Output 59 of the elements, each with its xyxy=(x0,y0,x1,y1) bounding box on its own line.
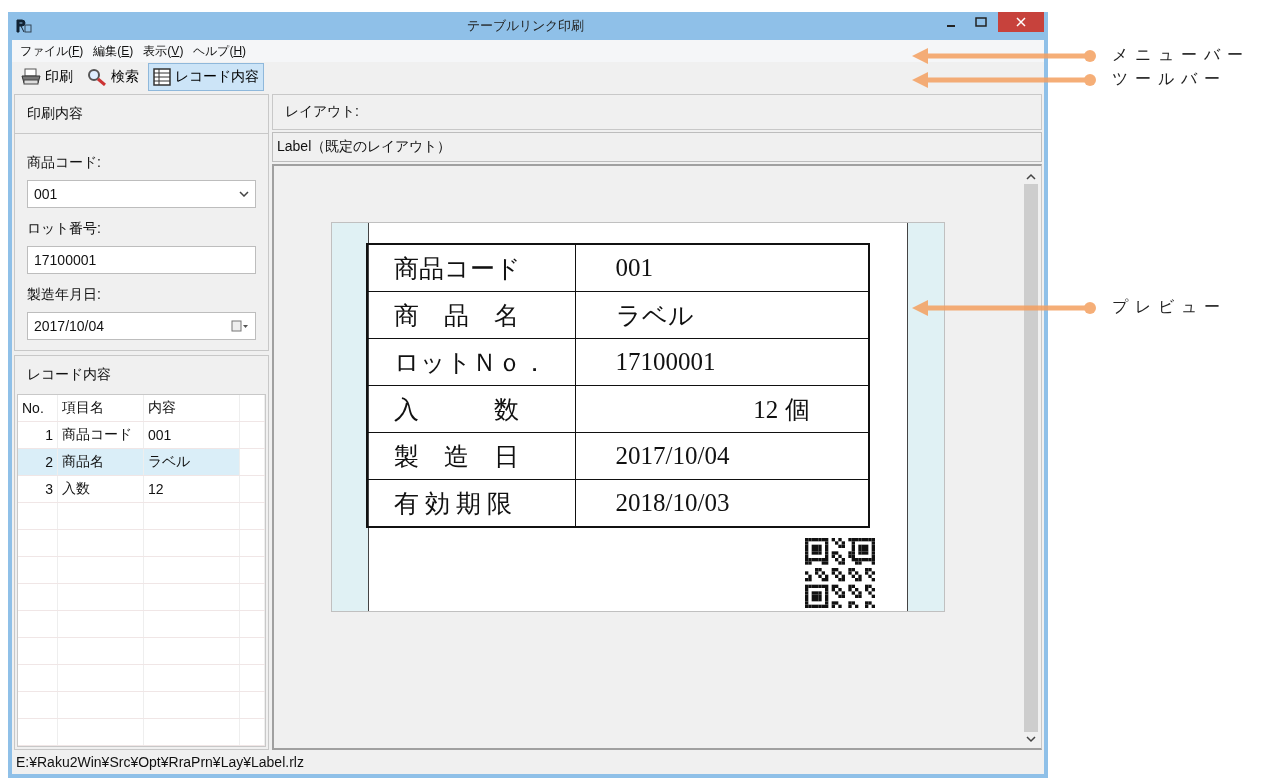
table-cell: 商品名 xyxy=(58,449,144,475)
column-header: 項目名 xyxy=(58,395,144,421)
table-row[interactable]: 1 商品コード 001 xyxy=(18,422,265,449)
search-icon xyxy=(87,68,107,86)
annotation-label: メニューバー xyxy=(1112,45,1250,65)
layout-name-field[interactable]: Label（既定のレイアウト） xyxy=(272,132,1042,162)
toolbar-button[interactable]: 印刷 xyxy=(16,63,78,91)
table-icon xyxy=(153,68,171,86)
label-field-value: 2018/10/03 xyxy=(614,488,731,518)
app-logo-icon xyxy=(16,19,32,33)
chevron-down-icon xyxy=(239,191,249,197)
table-row[interactable]: 2 商品名 ラベル xyxy=(18,449,265,476)
chevron-down-icon[interactable] xyxy=(1026,734,1036,744)
label-field-value: 12 個 xyxy=(752,394,811,425)
chevron-up-icon[interactable] xyxy=(1026,172,1036,182)
toolbar-button[interactable]: レコード内容 xyxy=(148,63,264,91)
dropdown-field[interactable]: 001 xyxy=(27,180,256,208)
date-field[interactable]: 2017/10/04 xyxy=(27,312,256,340)
field-label: 製造年月日: xyxy=(27,286,102,304)
close-icon xyxy=(1016,17,1026,27)
column-header: 内容 xyxy=(144,395,240,421)
minimize-icon xyxy=(947,25,955,27)
label-field-name: 製 造 日 xyxy=(367,433,576,479)
menu-item[interactable]: ファイル(F) xyxy=(20,42,84,60)
table-cell: 商品コード xyxy=(58,422,144,448)
label-field-name: 有 効 期 限 xyxy=(367,480,576,526)
menu-item[interactable]: 編集(E) xyxy=(93,42,134,60)
table-row[interactable]: 3 入数 12 xyxy=(18,476,265,503)
qr-code-icon xyxy=(804,538,875,608)
table-cell: 1 xyxy=(18,422,58,448)
scrollbar-thumb[interactable] xyxy=(1024,184,1038,732)
field-label: ロット番号: xyxy=(27,220,102,238)
printer-icon xyxy=(21,68,41,86)
input-field[interactable]: 17100001 xyxy=(27,246,256,274)
layout-heading: レイアウト: xyxy=(272,94,1042,130)
table-cell: 3 xyxy=(18,476,58,502)
menu-item[interactable]: 表示(V) xyxy=(143,42,184,60)
label-field-value: 001 xyxy=(614,253,654,283)
toolbar-button[interactable]: 検索 xyxy=(82,63,144,91)
window-title: テーブルリンク印刷 xyxy=(465,17,585,35)
column-header: No. xyxy=(18,395,58,421)
maximize-icon xyxy=(975,17,987,27)
label-field-value: 2017/10/04 xyxy=(614,441,731,471)
menu-item[interactable]: ヘルプ(H) xyxy=(193,42,247,60)
label-field-name: 商 品 名 xyxy=(367,292,576,338)
label-field-name: 入 数 xyxy=(367,386,576,432)
label-field-name: ロットＮｏ． xyxy=(367,339,576,385)
label-field-value: ラベル xyxy=(614,300,695,331)
field-label: 商品コード: xyxy=(27,154,102,172)
table-cell: 2 xyxy=(18,449,58,475)
annotation-label: プレビュー xyxy=(1112,297,1227,317)
calendar-dropdown-icon xyxy=(231,320,249,332)
table-cell: 入数 xyxy=(58,476,144,502)
label-field-value: 17100001 xyxy=(614,347,717,377)
label-field-name: 商品コード xyxy=(367,245,576,291)
panel-title: 印刷内容 xyxy=(15,95,268,134)
file-path: E:¥Raku2Win¥Src¥Opt¥RraPrn¥Lay¥Label.rlz xyxy=(16,754,304,770)
annotation-label: ツールバー xyxy=(1112,69,1227,89)
panel-title: レコード内容 xyxy=(26,365,112,384)
